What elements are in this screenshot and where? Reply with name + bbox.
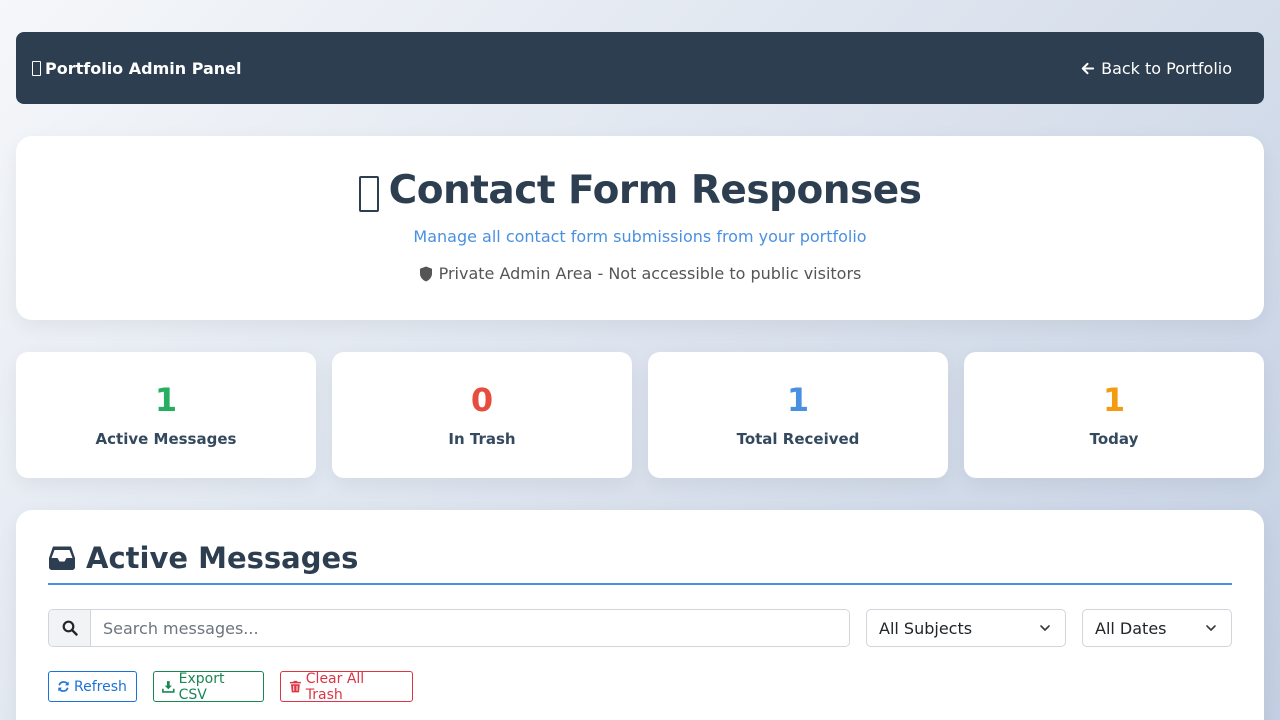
top-navbar: Portfolio Admin Panel Back to Portfolio: [16, 32, 1264, 104]
private-area-note-text: Private Admin Area - Not accessible to p…: [438, 264, 862, 283]
stat-label: Active Messages: [95, 430, 237, 448]
clipboard-icon: [32, 60, 41, 76]
refresh-icon: [58, 681, 69, 692]
private-area-note: Private Admin Area - Not accessible to p…: [16, 264, 1264, 283]
download-icon: [162, 681, 175, 693]
export-csv-button-label: Export CSV: [178, 670, 225, 703]
date-filter-value: All Dates: [1095, 618, 1167, 638]
chevron-down-icon: [1040, 625, 1050, 631]
messages-panel-title: Active Messages: [86, 541, 359, 575]
refresh-button-label: Refresh: [74, 678, 127, 695]
page-subtitle: Manage all contact form submissions from…: [413, 227, 867, 246]
page-title: Contact Form Responses: [16, 168, 1264, 213]
shield-icon: [419, 266, 432, 281]
stat-label: In Trash: [448, 430, 516, 448]
stat-label: Total Received: [736, 430, 860, 448]
stat-card-today: 1 Today: [964, 352, 1264, 478]
stat-value: 0: [470, 381, 494, 419]
clear-trash-button[interactable]: Clear All Trash: [280, 670, 413, 703]
back-to-portfolio-link[interactable]: Back to Portfolio: [1080, 59, 1232, 78]
stat-card-trash: 0 In Trash: [332, 352, 632, 478]
chevron-down-icon: [1206, 625, 1216, 631]
stat-card-total: 1 Total Received: [648, 352, 948, 478]
navbar-brand-label: Portfolio Admin Panel: [45, 58, 242, 78]
clipboard-icon: [358, 175, 379, 212]
export-csv-button[interactable]: Export CSV: [153, 670, 264, 703]
stat-value: 1: [786, 381, 810, 419]
stat-value: 1: [1102, 381, 1126, 419]
search-icon: [62, 620, 78, 636]
inbox-icon: [49, 546, 75, 570]
arrow-left-icon: [1081, 62, 1095, 74]
stat-value: 1: [154, 381, 178, 419]
search-group: [48, 609, 850, 647]
date-filter-select[interactable]: All Dates: [1082, 609, 1232, 647]
search-input[interactable]: [91, 610, 849, 646]
trash-icon: [289, 680, 301, 693]
stat-card-active: 1 Active Messages: [16, 352, 316, 478]
messages-panel: Active Messages All Subjects All Dates R…: [16, 510, 1264, 720]
navbar-brand[interactable]: Portfolio Admin Panel: [32, 59, 242, 78]
clear-trash-button-label: Clear All Trash: [305, 670, 365, 703]
search-addon: [49, 610, 91, 646]
subject-filter-select[interactable]: All Subjects: [866, 609, 1066, 647]
page-title-text: Contact Form Responses: [388, 168, 922, 213]
page-header-card: Contact Form Responses Manage all contac…: [16, 136, 1264, 320]
subject-filter-value: All Subjects: [879, 618, 973, 638]
messages-panel-header: Active Messages: [48, 540, 1232, 585]
stat-label: Today: [1089, 430, 1139, 448]
back-to-portfolio-label: Back to Portfolio: [1101, 58, 1232, 78]
refresh-button[interactable]: Refresh: [48, 671, 137, 702]
